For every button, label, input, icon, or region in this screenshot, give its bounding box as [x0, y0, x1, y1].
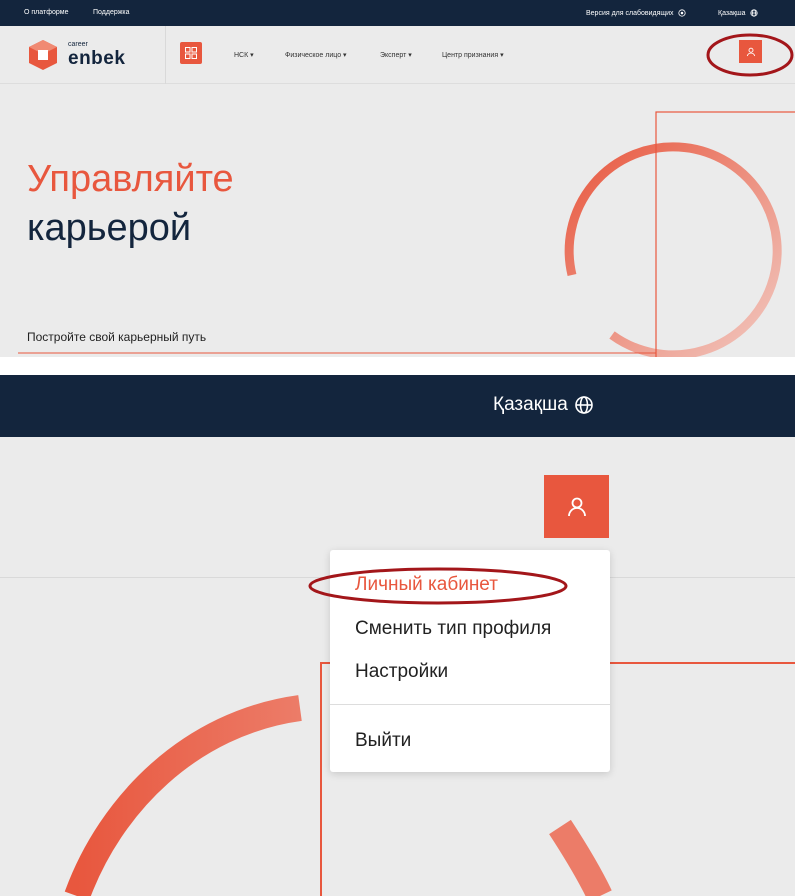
hero-subtitle: Постройте свой карьерный путь: [27, 330, 207, 344]
hero-title-line2: карьерой: [27, 207, 192, 249]
top-bar-zoomed: Қазақша: [0, 375, 795, 437]
logo-mark-icon: [29, 40, 57, 70]
accessibility-link[interactable]: Версия для слабовидящих: [586, 9, 686, 17]
nav-item-label: Физическое лицо: [285, 52, 342, 59]
menu-item-settings[interactable]: Настройки: [355, 661, 448, 683]
globe-icon: [749, 9, 758, 17]
nav-item-label: Центр признания: [442, 52, 499, 59]
globe-icon: [575, 396, 593, 414]
caret-down-icon: ▾: [408, 52, 412, 59]
nav-item-label: Эксперт: [380, 52, 407, 59]
nav-item-recognition-center[interactable]: Центр признания ▾: [442, 51, 504, 59]
logo-divider: [165, 26, 166, 84]
hero-arc: [564, 142, 782, 357]
accessibility-label: Версия для слабовидящих: [586, 9, 674, 17]
eye-icon: [677, 9, 686, 17]
hero-title-line1: Управляйте: [27, 158, 234, 200]
menu-separator: [330, 704, 610, 705]
caret-down-icon: ▾: [500, 52, 504, 59]
main-navbar: career enbek НСК ▾ Физическое лицо ▾ Экс…: [0, 26, 795, 84]
language-link-zoomed[interactable]: Қазақша: [493, 394, 594, 416]
zoom-arc: [64, 695, 302, 896]
zoom-arc-right: [549, 819, 612, 896]
logo[interactable]: career enbek: [26, 36, 156, 74]
logo-word: enbek: [68, 48, 126, 69]
user-icon: [567, 497, 586, 516]
language-link[interactable]: Қазақша: [718, 9, 758, 17]
about-link[interactable]: О платформе: [24, 9, 68, 16]
menu-item-change-profile-type[interactable]: Сменить тип профиля: [355, 618, 551, 640]
user-menu-zoom-screenshot: Қазақша Личный кабинет Сменить тип профи…: [0, 375, 795, 896]
caret-down-icon: ▾: [343, 52, 347, 59]
logo-small-word: career: [68, 41, 88, 48]
grid-icon: [185, 47, 197, 59]
user-button-zoomed[interactable]: [544, 475, 609, 538]
caret-down-icon: ▾: [250, 52, 254, 59]
top-bar: О платформе Поддержка Версия для слабови…: [0, 0, 795, 26]
nav-item-individual[interactable]: Физическое лицо ▾: [285, 51, 347, 59]
nav-item-nsk[interactable]: НСК ▾: [234, 51, 254, 59]
support-link[interactable]: Поддержка: [93, 9, 130, 16]
nav-item-expert[interactable]: Эксперт ▾: [380, 51, 412, 59]
apps-button[interactable]: [180, 42, 202, 64]
language-label: Қазақша: [718, 9, 746, 17]
language-label: Қазақша: [493, 394, 568, 415]
annotation-ellipse-user-button: [706, 33, 794, 77]
annotation-ellipse-personal-account: [308, 567, 568, 605]
homepage-screenshot: О платформе Поддержка Версия для слабови…: [0, 0, 795, 357]
nav-item-label: НСК: [234, 52, 249, 59]
menu-item-logout[interactable]: Выйти: [355, 730, 411, 752]
